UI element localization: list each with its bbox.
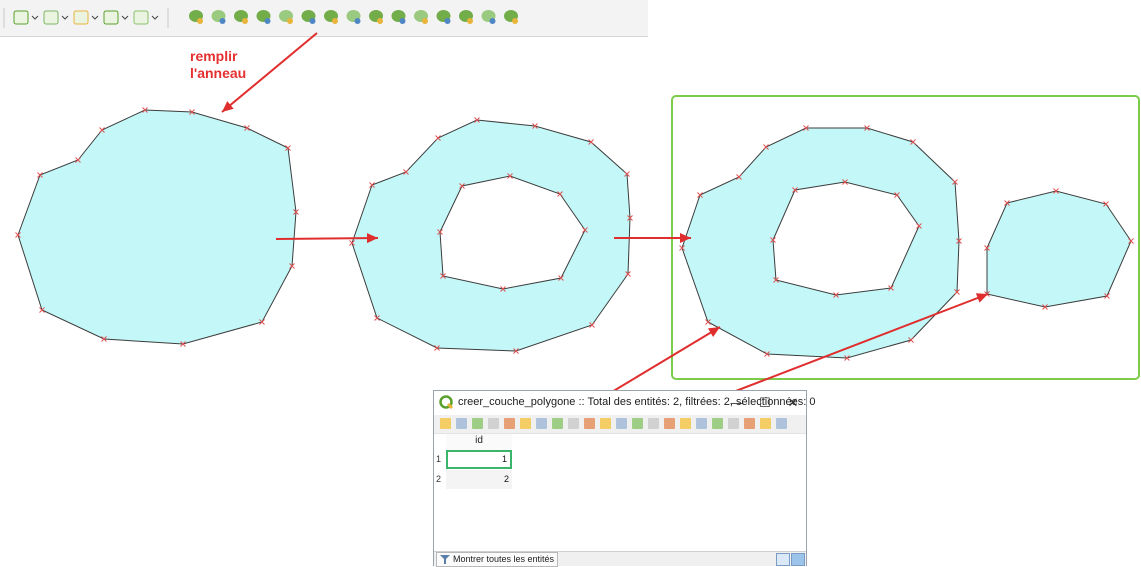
attribute-table-toolbar: [434, 415, 806, 433]
attribute-toolbar-icons: [440, 418, 787, 429]
attribute-tool-icon[interactable]: [632, 418, 643, 429]
table-cell-id-2[interactable]: 2: [446, 470, 512, 489]
attribute-tool-icon[interactable]: [520, 418, 531, 429]
attribute-tool-icon[interactable]: [536, 418, 547, 429]
show-all-label: Montrer toutes les entités: [453, 554, 555, 564]
window-titlebar[interactable]: creer_couche_polygone :: Total des entit…: [434, 391, 816, 415]
filter-icon: [440, 555, 450, 564]
attribute-grid[interactable]: id 1 1 2 2: [434, 433, 806, 552]
close-button[interactable]: ✕: [780, 393, 806, 413]
attribute-tool-icon[interactable]: [680, 418, 691, 429]
attribute-tool-icon[interactable]: [712, 418, 723, 429]
table-cell-id-1[interactable]: 1: [446, 450, 512, 469]
attribute-tool-icon[interactable]: [568, 418, 579, 429]
polygon-filled-ring[interactable]: [986, 190, 1132, 308]
attribute-tool-icon[interactable]: [616, 418, 627, 429]
attribute-tool-icon[interactable]: [744, 418, 755, 429]
attribute-tool-icon[interactable]: [504, 418, 515, 429]
row-header[interactable]: 2: [436, 474, 446, 484]
maximize-button[interactable]: ☐: [752, 393, 778, 413]
attribute-tool-icon[interactable]: [600, 418, 611, 429]
attribute-tool-icon[interactable]: [472, 418, 483, 429]
attribute-tool-icon[interactable]: [456, 418, 467, 429]
attribute-tool-icon[interactable]: [440, 418, 451, 429]
attribute-tool-icon[interactable]: [648, 418, 659, 429]
attribute-tool-icon[interactable]: [728, 418, 739, 429]
attribute-tool-icon[interactable]: [664, 418, 675, 429]
form-view-icon[interactable]: [791, 553, 805, 566]
attribute-tool-icon[interactable]: [696, 418, 707, 429]
status-bar: Montrer toutes les entités: [434, 551, 806, 567]
table-view-icon[interactable]: [776, 553, 790, 566]
polygon-with-ring[interactable]: [351, 119, 631, 352]
attribute-tool-icon[interactable]: [760, 418, 771, 429]
show-all-features-button[interactable]: Montrer toutes les entités: [436, 552, 559, 567]
minimize-button[interactable]: —: [724, 393, 750, 413]
qgis-logo-icon: [439, 395, 453, 409]
polygon-original[interactable]: [17, 109, 297, 345]
attribute-table-window[interactable]: creer_couche_polygone :: Total des entit…: [433, 390, 816, 567]
attribute-tool-icon[interactable]: [584, 418, 595, 429]
attribute-tool-icon[interactable]: [552, 418, 563, 429]
arrow-shaft: [275, 237, 379, 240]
polygon-ring-emptied[interactable]: [681, 127, 960, 359]
column-header-id[interactable]: id: [446, 434, 512, 451]
attribute-tool-icon[interactable]: [776, 418, 787, 429]
annotation-fill-ring: remplir l'anneau: [190, 48, 247, 81]
arrow-head: [975, 293, 988, 303]
attribute-tool-icon[interactable]: [488, 418, 499, 429]
row-header[interactable]: 1: [436, 454, 446, 464]
